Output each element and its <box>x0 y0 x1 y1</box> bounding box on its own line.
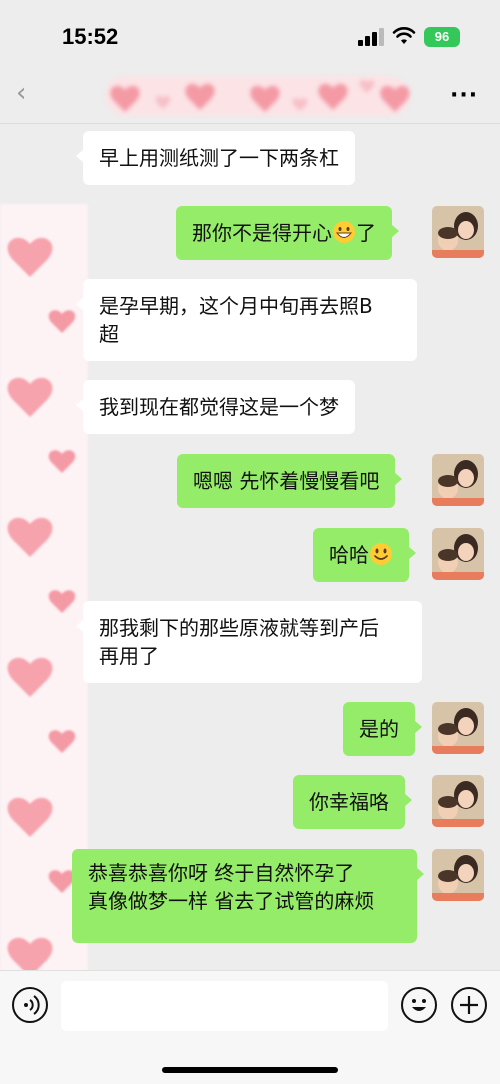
message-text: 早上用测纸测了一下两条杠 <box>99 146 339 170</box>
avatar[interactable] <box>432 849 484 901</box>
message-bubble-outgoing[interactable]: 你幸福咯 <box>293 775 412 829</box>
home-indicator <box>162 1067 338 1073</box>
message-input[interactable] <box>61 981 388 1031</box>
grinning-face-icon <box>333 221 355 243</box>
status-time: 15:52 <box>62 24 119 49</box>
plus-icon[interactable] <box>451 987 487 1023</box>
message-bubble-outgoing[interactable]: 哈哈 <box>313 528 416 582</box>
smiling-face-icon <box>370 543 392 565</box>
message-text-line: 那我剩下的那些原液就等到产后 <box>99 616 379 640</box>
message-text-line: 再用了 <box>99 644 159 668</box>
avatar[interactable] <box>432 775 484 827</box>
chevron-left-icon[interactable]: ‹ <box>16 78 46 108</box>
more-icon[interactable]: ··· <box>450 84 480 108</box>
message-bubble-incoming[interactable]: 我到现在都觉得这是一个梦 <box>76 380 355 434</box>
message-bubble-incoming[interactable]: 那我剩下的那些原液就等到产后 再用了 <box>76 601 422 683</box>
chat-header: ‹ ··· <box>0 72 500 124</box>
avatar[interactable] <box>432 528 484 580</box>
cellular-signal-icon <box>358 28 384 46</box>
emoji-icon[interactable] <box>401 987 437 1023</box>
avatar[interactable] <box>432 454 484 506</box>
message-text: 你幸福咯 <box>309 790 389 814</box>
message-text-line: 恭喜恭喜你呀 终于自然怀孕了 <box>88 861 355 885</box>
message-text-line: 是孕早期，这个月中旬再去照B <box>99 294 373 318</box>
message-bubble-incoming[interactable]: 是孕早期，这个月中旬再去照B 超 <box>76 279 417 361</box>
avatar[interactable] <box>432 206 484 258</box>
message-text-suffix: 了 <box>356 221 376 245</box>
wifi-icon <box>392 27 416 44</box>
message-text: 是的 <box>359 717 399 741</box>
avatar[interactable] <box>432 702 484 754</box>
message-bubble-incoming[interactable]: 早上用测纸测了一下两条杠 <box>76 131 355 185</box>
chat-message-list[interactable]: 早上用测纸测了一下两条杠 那你不是得开心了 是孕早期，这个月中旬再去照B 超 我… <box>0 124 500 1024</box>
message-bubble-outgoing[interactable]: 恭喜恭喜你呀 终于自然怀孕了 真像做梦一样 省去了试管的麻烦 <box>72 849 424 943</box>
message-bubble-outgoing[interactable]: 是的 <box>343 702 422 756</box>
message-text: 我到现在都觉得这是一个梦 <box>99 395 339 419</box>
message-text: 嗯嗯 先怀着慢慢看吧 <box>193 469 380 493</box>
voice-icon[interactable] <box>12 987 48 1023</box>
message-text: 哈哈 <box>329 543 369 567</box>
message-text-line: 真像做梦一样 省去了试管的麻烦 <box>88 889 375 913</box>
battery-indicator: 96 <box>424 27 460 47</box>
chat-title-obscured <box>105 76 410 116</box>
message-text: 那你不是得开心 <box>192 221 332 245</box>
message-bubble-outgoing[interactable]: 嗯嗯 先怀着慢慢看吧 <box>177 454 403 508</box>
status-bar: 15:52 96 <box>0 0 500 72</box>
message-text-line: 超 <box>99 322 119 346</box>
message-bubble-outgoing[interactable]: 那你不是得开心了 <box>176 206 399 260</box>
message-input-bar <box>0 970 500 1084</box>
